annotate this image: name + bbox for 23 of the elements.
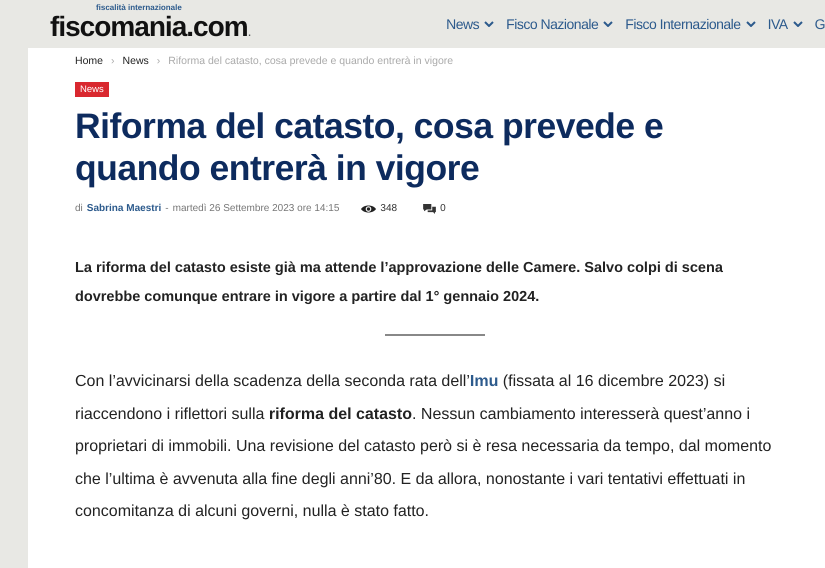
category-badge[interactable]: News bbox=[75, 82, 109, 97]
article-paragraph: Con l’avvicinarsi della scadenza della seconda rata dell’Imu (fissata al 16 dicembre 2023) si riaccendono i riflettori sulla riforma del catasto. Nessun cambiamento interesserà quest’anno i proprietari di immobili. Una revisione del catasto però si è resa necessaria da tempo, dal momento che l’ultima è avvenuta alla fine degli anni’80. E da allora, nonostante i vari tentativi effettuati in concomitanza di alcuni governi, nulla è stato fatto. bbox=[75, 372, 772, 522]
view-count: 348 bbox=[380, 203, 398, 214]
breadcrumb-link[interactable]: News bbox=[122, 55, 149, 67]
article-lead: La riforma del catasto esiste già ma attende l’approvazione delle Camere. Salvo colpi di scena dovrebbe comunque entrare in vigore a partire dal 1° gennaio 2024. bbox=[75, 259, 724, 307]
author-link[interactable]: Sabrina Maestri bbox=[86, 203, 162, 214]
comments-icon bbox=[423, 204, 436, 214]
nav-link[interactable]: G bbox=[814, 16, 825, 32]
article-title: Riforma del catasto, cosa prevede e quando entrerà in vigore bbox=[75, 105, 664, 189]
imu-link[interactable]: Imu bbox=[470, 373, 498, 390]
comment-count: 0 bbox=[440, 203, 446, 214]
nav-link[interactable]: Fisco Nazionale bbox=[506, 16, 614, 32]
breadcrumb-link[interactable]: Home bbox=[75, 55, 104, 67]
site-logo[interactable]: fiscalità internazionale fiscomania.com. bbox=[50, 5, 252, 43]
nav-link[interactable]: IVA bbox=[768, 16, 803, 32]
breadcrumb-separator: › bbox=[156, 55, 160, 67]
breadcrumb-separator: › bbox=[111, 55, 115, 67]
byline-prefix: di bbox=[75, 203, 83, 214]
eye-icon bbox=[361, 204, 376, 214]
nav-link[interactable]: News bbox=[446, 16, 494, 32]
byline-separator: - bbox=[165, 203, 169, 214]
publish-date: martedì 26 Settembre 2023 ore 14:15 bbox=[172, 203, 340, 214]
nav-link[interactable]: Fisco Internazionale bbox=[625, 16, 756, 32]
